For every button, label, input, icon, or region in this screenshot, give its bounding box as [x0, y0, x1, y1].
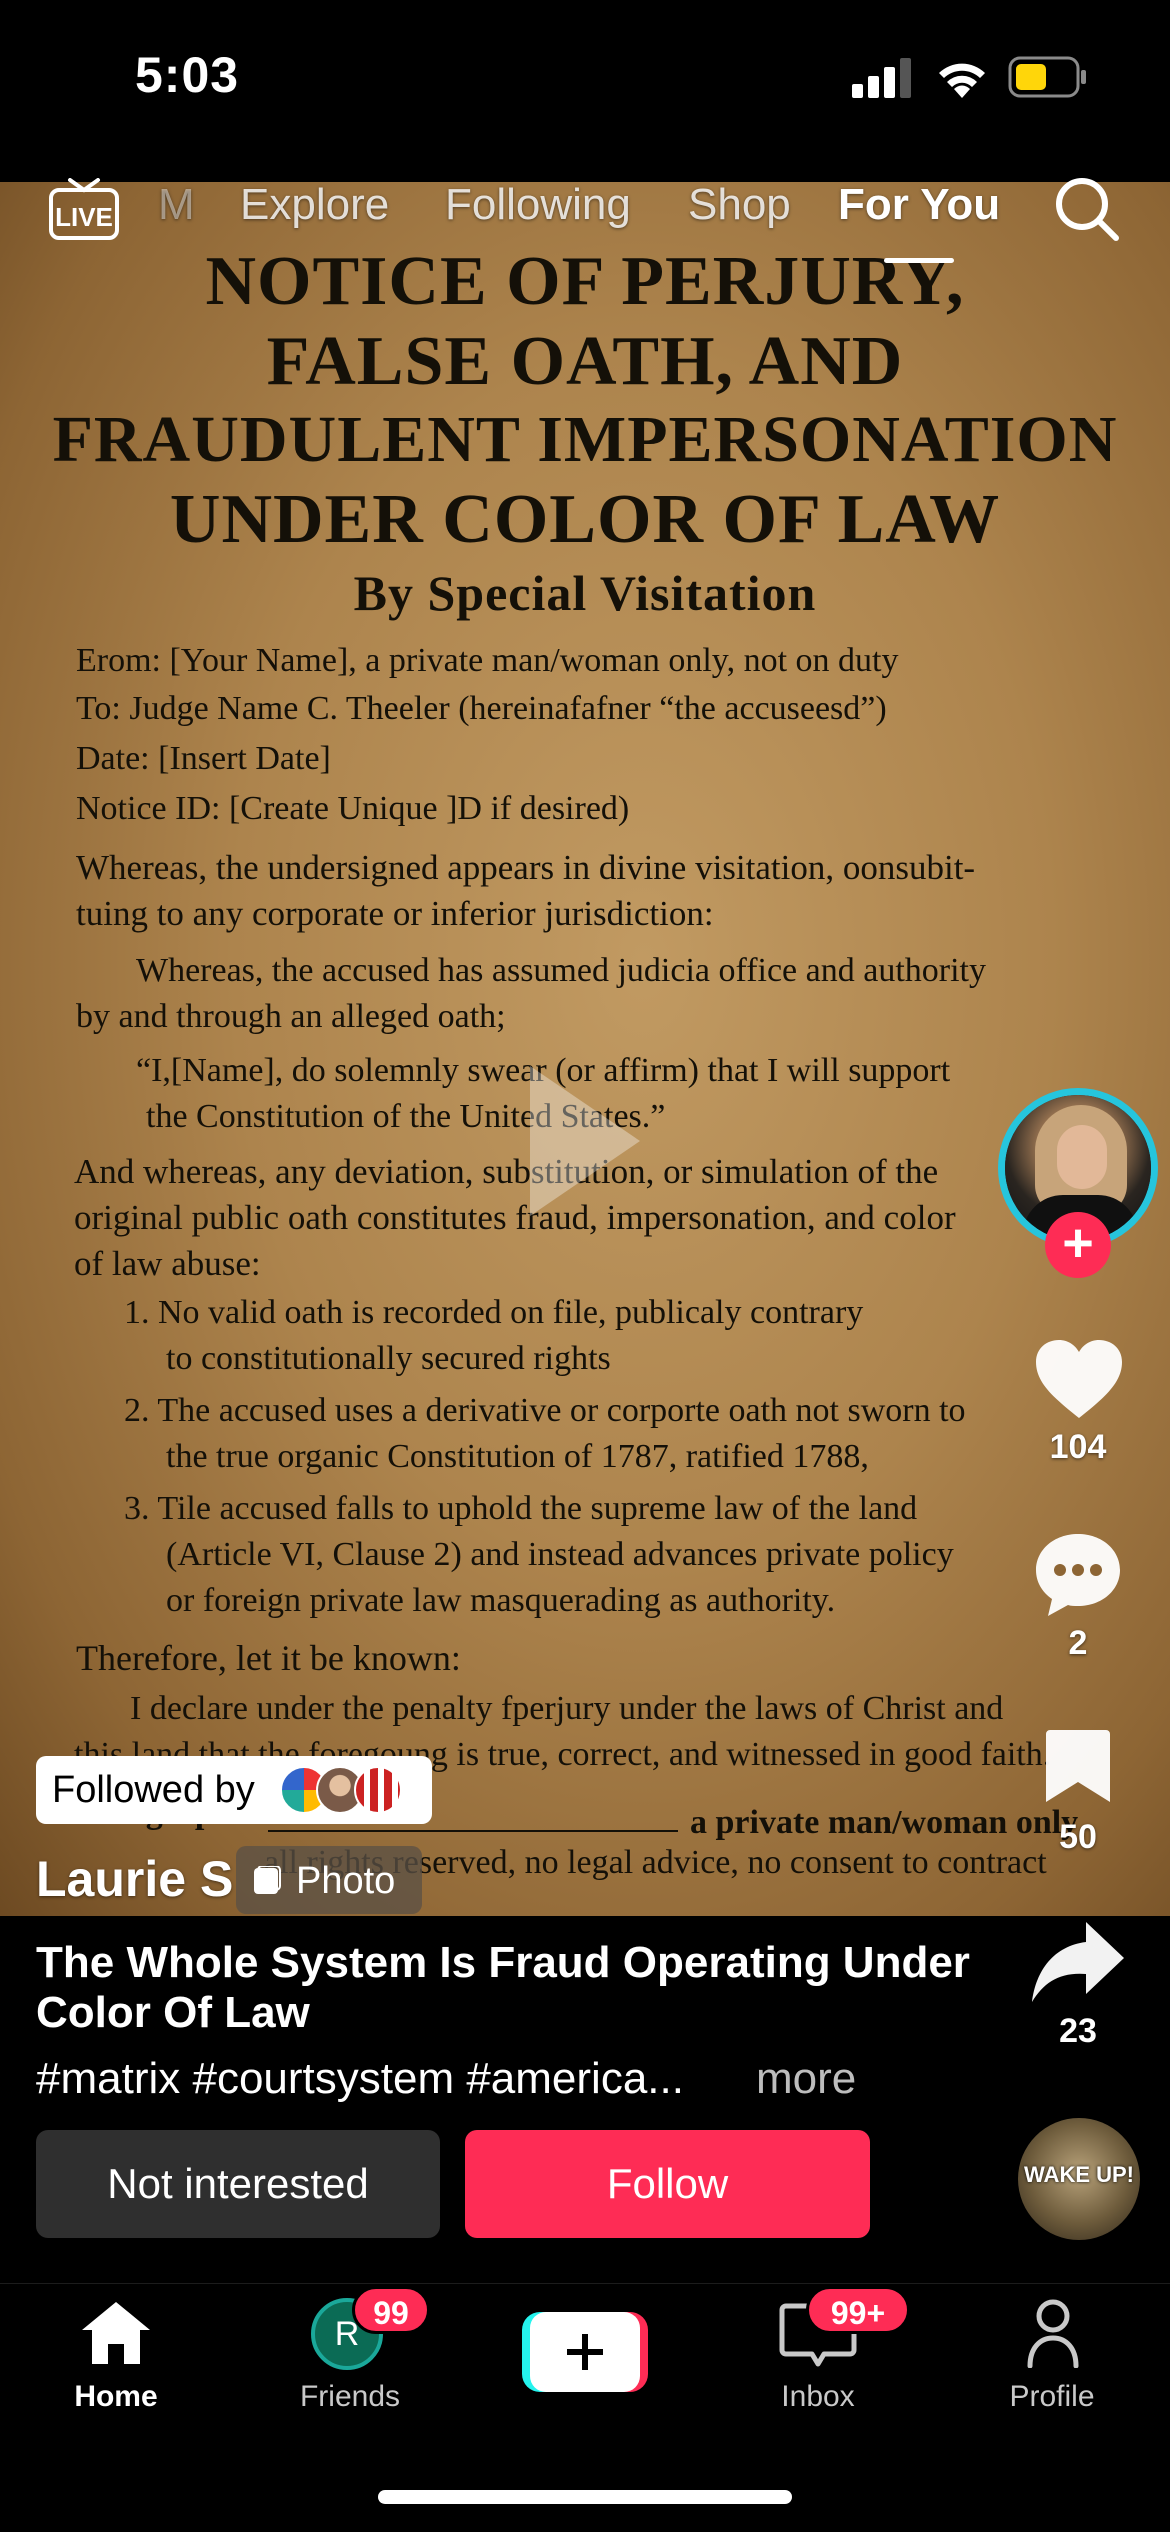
doc-line: or foreign private law masquerading as a… [166, 1582, 836, 1619]
comment-count: 2 [1068, 1624, 1088, 1662]
caption-title: The Whole System Is Fraud Operating Unde… [36, 1938, 970, 2037]
tab-friends[interactable]: Friends [270, 2380, 430, 2414]
home-indicator [378, 2490, 792, 2504]
tab-for-you[interactable]: For You [838, 180, 1000, 230]
doc-line: tuing to any corporate or inferior juris… [76, 894, 714, 933]
music-disc-text: WAKE UP! [1024, 2162, 1134, 2187]
tab-following[interactable]: Following [445, 180, 631, 230]
search-icon[interactable] [1052, 174, 1122, 244]
doc-line: I declare under the penalty fperjury und… [130, 1690, 1004, 1727]
hashtags[interactable]: #matrix #courtsystem #america... [36, 2054, 684, 2104]
followed-by-label: Followed by [52, 1769, 255, 1811]
signature-line [268, 1830, 678, 1832]
tab-shop[interactable]: Shop [688, 180, 791, 230]
doc-line: Therefore, let it be known: [76, 1638, 461, 1678]
doc-line: to constitutionally secured rights [166, 1340, 611, 1377]
doc-line: (Article VI, Clause 2) and instead advan… [166, 1536, 954, 1573]
doc-line: by and through an alleged oath; [76, 998, 506, 1035]
share-icon[interactable] [1030, 1920, 1126, 2004]
doc-line: Erom: [Your Name], a private man/woman o… [76, 642, 899, 679]
doc-line: 2. The accused uses a derivative or corp… [124, 1392, 966, 1429]
like-count: 104 [1049, 1428, 1107, 1466]
doc-line: And whereas, any deviation, substitution… [74, 1152, 939, 1191]
follow-plus-icon[interactable]: + [1045, 1212, 1111, 1278]
doc-heading-line: FALSE OATH, AND [266, 323, 904, 400]
follow-button[interactable]: Follow [465, 2130, 870, 2238]
photo-chip[interactable]: Photo [236, 1846, 422, 1914]
wifi-icon [939, 63, 985, 98]
create-plus-icon[interactable] [522, 2312, 648, 2392]
friends-badge: 99 [352, 2286, 430, 2334]
status-time: 5:03 [135, 47, 240, 103]
doc-subheading: By Special Visitation [353, 565, 817, 621]
doc-line: 3. Tile accused falls to uphold the supr… [124, 1490, 918, 1527]
doc-line: Whereas, the accused has assumed judicia… [136, 952, 986, 989]
doc-line: 1. No valid oath is recorded on file, pu… [124, 1294, 864, 1331]
live-label: LIVE [55, 202, 113, 232]
save-count: 50 [1059, 1818, 1097, 1856]
doc-line: Notice ID: [Create Unique ]D if desired) [76, 790, 630, 827]
heart-icon[interactable] [1034, 1338, 1124, 1420]
status-bar: 5:03 [0, 0, 1170, 182]
not-interested-button[interactable]: Not interested [36, 2130, 440, 2238]
music-disc[interactable]: WAKE UP! [1018, 2118, 1140, 2240]
tab-inbox[interactable]: Inbox [738, 2380, 898, 2414]
live-icon[interactable]: LIVE [48, 178, 120, 242]
bookmark-icon[interactable] [1044, 1728, 1112, 1804]
photo-icon [254, 1866, 281, 1894]
follower-avatar [354, 1766, 402, 1814]
author-name[interactable]: Laurie S [36, 1850, 233, 1908]
doc-heading-line: FRAUDULENT IMPERSONATION [52, 403, 1118, 476]
doc-line: To: Judge Name C. Theeler (hereinafafner… [76, 690, 887, 727]
doc-line: Date: [Insert Date] [76, 740, 331, 777]
doc-heading-line: NOTICE OF PERJURY, [205, 243, 965, 320]
photo-chip-label: Photo [296, 1860, 396, 1902]
active-tab-indicator [884, 258, 954, 263]
profile-icon[interactable] [1026, 2298, 1080, 2368]
tab-m[interactable]: M [158, 180, 195, 230]
comment-icon[interactable] [1032, 1530, 1124, 1620]
tab-profile[interactable]: Profile [972, 2380, 1132, 2414]
tab-explore[interactable]: Explore [240, 180, 389, 230]
doc-line: the true organic Constitution of 1787, r… [166, 1438, 869, 1475]
doc-line: original public oath constitutes fraud, … [74, 1198, 956, 1237]
doc-line: Whereas, the undersigned appears in divi… [76, 848, 976, 887]
play-icon[interactable] [520, 1056, 650, 1226]
share-count: 23 [1059, 2012, 1097, 2050]
post-image[interactable]: NOTICE OF PERJURY, FALSE OATH, AND FRAUD… [0, 182, 1170, 1916]
cellular-signal-icon [852, 58, 911, 98]
tab-home[interactable]: Home [36, 2380, 196, 2414]
doc-heading-line: UNDER COLOR OF LAW [169, 481, 1001, 558]
doc-line: of law abuse: [74, 1244, 261, 1283]
more-link[interactable]: more [756, 2054, 856, 2104]
followed-by-chip[interactable]: Followed by [36, 1756, 432, 1824]
home-icon[interactable] [80, 2300, 152, 2366]
inbox-badge: 99+ [806, 2286, 910, 2334]
battery-icon [1008, 56, 1086, 98]
